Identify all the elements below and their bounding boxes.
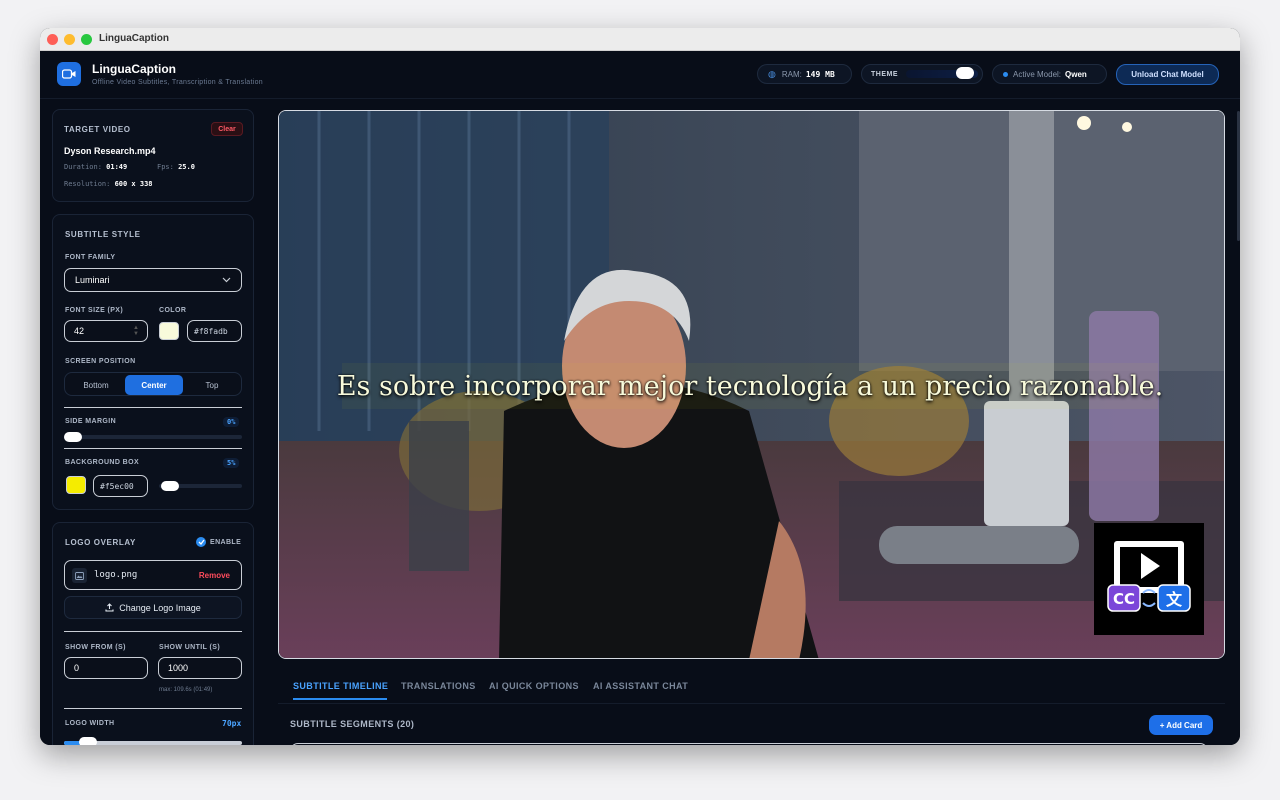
check-icon bbox=[198, 539, 205, 545]
app-subtitle: Offline Video Subtitles, Transcription &… bbox=[92, 79, 263, 86]
add-card-button[interactable]: + Add Card bbox=[1149, 715, 1213, 735]
font-family-value: Luminari bbox=[75, 275, 110, 285]
app-body: LinguaCaption Offline Video Subtitles, T… bbox=[40, 51, 1240, 745]
screen-position-label: SCREEN POSITION bbox=[65, 358, 136, 365]
change-logo-label: Change Logo Image bbox=[119, 602, 201, 613]
theme-toggle[interactable]: THEME bbox=[861, 64, 983, 84]
divider bbox=[64, 448, 242, 449]
minimize-window-button[interactable] bbox=[64, 34, 75, 45]
theme-knob[interactable] bbox=[956, 67, 974, 79]
close-window-button[interactable] bbox=[47, 34, 58, 45]
logo-filename: logo.png bbox=[94, 570, 138, 580]
captions-translate-logo: CC 文 bbox=[1107, 541, 1191, 612]
stepper-icon[interactable]: ▲ ▼ bbox=[133, 325, 139, 337]
position-top-button[interactable]: Top bbox=[183, 375, 241, 395]
show-from-input[interactable]: 0 bbox=[64, 657, 148, 679]
remove-logo-button[interactable]: Remove bbox=[199, 571, 230, 580]
font-family-label: FONT FAMILY bbox=[65, 254, 116, 261]
app-window: LinguaCaption LinguaCaption Offline Vide… bbox=[40, 28, 1240, 745]
memory-icon: ◍ bbox=[768, 68, 776, 79]
show-until-label: SHOW UNTIL (S) bbox=[159, 644, 221, 651]
model-label: Active Model: bbox=[1013, 69, 1062, 79]
enable-label: ENABLE bbox=[210, 539, 242, 546]
side-margin-label: SIDE MARGIN bbox=[65, 418, 117, 425]
page-scrollbar[interactable] bbox=[1237, 111, 1240, 241]
subtitle-background-box: Es sobre incorporar mejor tecnología a u… bbox=[337, 363, 1163, 409]
color-swatch[interactable] bbox=[159, 322, 179, 340]
theme-label: THEME bbox=[871, 70, 898, 78]
subtitle-style-panel: SUBTITLE STYLE FONT FAMILY Luminari FONT… bbox=[52, 214, 254, 510]
position-center-button[interactable]: Center bbox=[125, 375, 183, 395]
background-box-label: BACKGROUND BOX bbox=[65, 459, 140, 466]
target-video-title: TARGET VIDEO bbox=[64, 125, 131, 134]
app-name: LinguaCaption bbox=[92, 62, 176, 76]
clear-video-button[interactable]: Clear bbox=[211, 122, 243, 136]
logo-width-knob[interactable] bbox=[79, 737, 97, 745]
font-size-input[interactable]: 42 ▲ ▼ bbox=[64, 320, 148, 342]
font-size-label: FONT SIZE (PX) bbox=[65, 307, 124, 314]
screen-position-control: Bottom Center Top bbox=[64, 372, 242, 396]
unload-chat-model-button[interactable]: Unload Chat Model bbox=[1116, 64, 1219, 85]
tab-ai-assistant-chat[interactable]: AI ASSISTANT CHAT bbox=[593, 681, 688, 691]
subtitle-style-title: SUBTITLE STYLE bbox=[65, 230, 141, 239]
active-tab-indicator bbox=[293, 698, 387, 700]
svg-text:文: 文 bbox=[1166, 590, 1183, 609]
target-video-panel: TARGET VIDEO Clear Dyson Research.mp4 Du… bbox=[52, 109, 254, 202]
logo-overlay-title: LOGO OVERLAY bbox=[65, 538, 136, 547]
image-file-icon bbox=[72, 568, 87, 583]
video-preview[interactable]: Es sobre incorporar mejor tecnología a u… bbox=[278, 110, 1225, 659]
tab-translations[interactable]: TRANSLATIONS bbox=[401, 681, 476, 691]
video-resolution: Resolution: 600 x 338 bbox=[64, 180, 153, 188]
title-bar: LinguaCaption bbox=[40, 28, 1240, 51]
tab-divider bbox=[278, 703, 1225, 704]
ram-label: RAM: bbox=[781, 69, 802, 79]
background-color-swatch[interactable] bbox=[66, 476, 86, 494]
show-from-label: SHOW FROM (S) bbox=[65, 644, 126, 651]
tab-subtitle-timeline[interactable]: SUBTITLE TIMELINE bbox=[293, 681, 388, 691]
change-logo-button[interactable]: Change Logo Image bbox=[64, 596, 242, 619]
font-family-select[interactable]: Luminari bbox=[64, 268, 242, 292]
model-status-dot bbox=[1003, 71, 1008, 77]
app-header: LinguaCaption Offline Video Subtitles, T… bbox=[40, 51, 1240, 99]
ram-value: 149 MB bbox=[805, 69, 835, 79]
model-value: Qwen bbox=[1065, 69, 1087, 79]
tab-ai-quick-options[interactable]: AI QUICK OPTIONS bbox=[489, 681, 579, 691]
background-opacity-knob[interactable] bbox=[161, 481, 179, 491]
background-box-value: 5% bbox=[223, 458, 240, 468]
svg-text:CC: CC bbox=[1113, 590, 1135, 608]
max-duration-hint: max: 109.6s (01:49) bbox=[159, 687, 213, 693]
divider bbox=[64, 631, 242, 632]
side-margin-value: 0% bbox=[223, 417, 240, 427]
side-margin-slider[interactable] bbox=[64, 435, 242, 439]
color-hex-input[interactable]: #f8fadb bbox=[187, 320, 242, 342]
app-logo bbox=[57, 62, 81, 86]
logo-width-value: 70px bbox=[222, 719, 242, 728]
subtitle-text: Es sobre incorporar mejor tecnología a u… bbox=[336, 370, 1164, 402]
zoom-window-button[interactable] bbox=[81, 34, 92, 45]
side-margin-knob[interactable] bbox=[64, 432, 82, 442]
divider bbox=[64, 708, 242, 709]
divider bbox=[64, 407, 242, 408]
ram-indicator: ◍ RAM: 149 MB bbox=[757, 64, 852, 84]
show-until-input[interactable]: 1000 bbox=[158, 657, 242, 679]
enable-checkbox[interactable] bbox=[196, 537, 206, 547]
video-filename: Dyson Research.mp4 bbox=[64, 146, 156, 156]
video-fps: Fps: 25.0 bbox=[157, 163, 195, 171]
logo-overlay-panel: LOGO OVERLAY ENABLE logo.png Remove Chan… bbox=[52, 522, 254, 745]
active-model-indicator: Active Model: Qwen bbox=[992, 64, 1107, 84]
logo-overlay-image: CC 文 bbox=[1094, 523, 1204, 635]
window-title: LinguaCaption bbox=[99, 33, 169, 44]
logo-width-label: LOGO WIDTH bbox=[65, 720, 115, 727]
upload-icon bbox=[105, 603, 114, 612]
chevron-down-icon bbox=[222, 277, 231, 283]
font-size-value: 42 bbox=[74, 326, 85, 336]
position-bottom-button[interactable]: Bottom bbox=[67, 375, 125, 395]
logo-file-row: logo.png Remove bbox=[64, 560, 242, 590]
video-duration: Duration: 01:49 bbox=[64, 163, 128, 171]
color-label: COLOR bbox=[159, 307, 187, 314]
video-camera-icon bbox=[62, 69, 76, 79]
background-hex-input[interactable]: #f5ec00 bbox=[93, 475, 148, 497]
subtitle-segment-card[interactable] bbox=[290, 743, 1208, 745]
subtitle-segments-heading: SUBTITLE SEGMENTS (20) bbox=[290, 719, 415, 729]
